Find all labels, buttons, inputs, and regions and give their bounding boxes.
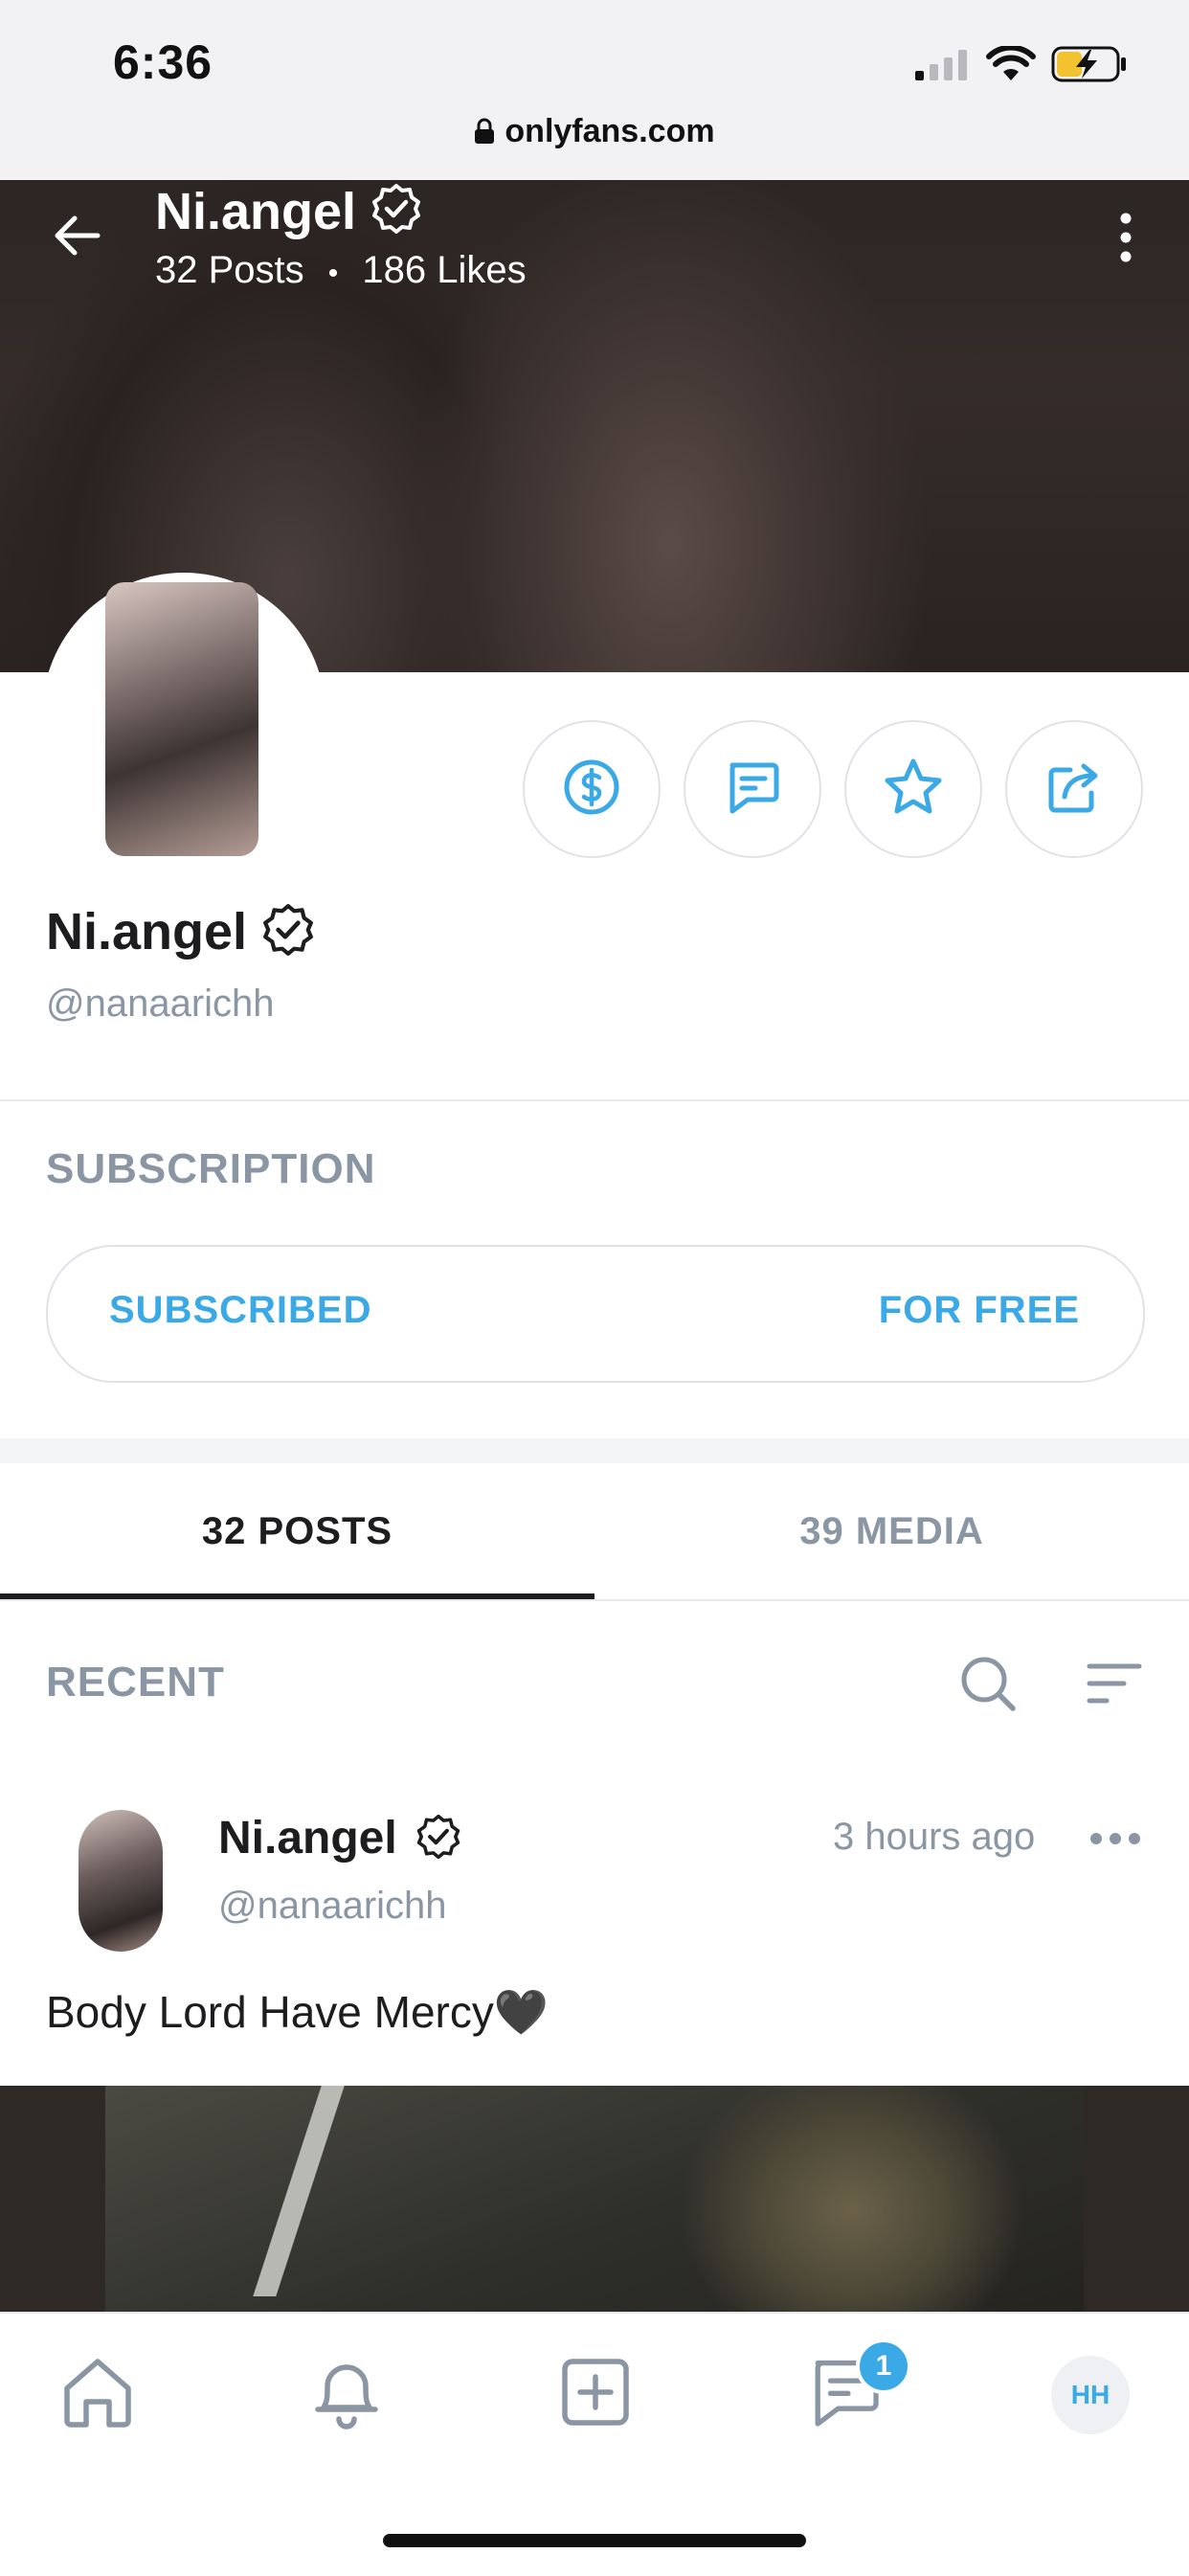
- profile-handle: @nanaarichh: [46, 983, 275, 1025]
- message-icon: [723, 757, 782, 822]
- tip-button[interactable]: [523, 720, 661, 858]
- verified-badge-icon: [415, 1814, 461, 1871]
- profile-name: Ni.angel: [46, 902, 315, 969]
- tab-posts-label: 32 POSTS: [201, 1509, 393, 1552]
- subscription-title: SUBSCRIPTION: [46, 1145, 376, 1192]
- bell-icon: [306, 2352, 387, 2437]
- profile-name-text: Ni.angel: [46, 903, 248, 960]
- header-likes-count: 186 Likes: [362, 249, 527, 291]
- header-title: Ni.angel: [155, 182, 422, 247]
- header-stats: 32 Posts • 186 Likes: [155, 249, 527, 292]
- url-bar[interactable]: onlyfans.com: [0, 113, 1189, 153]
- more-options-icon[interactable]: [1112, 211, 1139, 269]
- tab-media[interactable]: 39 MEDIA: [594, 1463, 1189, 1599]
- tab-media-label: 39 MEDIA: [799, 1509, 984, 1552]
- header-separator: •: [327, 258, 339, 289]
- message-button[interactable]: [684, 720, 821, 858]
- back-arrow-icon[interactable]: [50, 209, 103, 267]
- dollar-circle-icon: [561, 757, 622, 823]
- star-icon: [882, 756, 945, 824]
- divider: [0, 1099, 1189, 1101]
- user-avatar-initials[interactable]: HH: [1051, 2356, 1130, 2434]
- nav-notifications[interactable]: [301, 2348, 393, 2440]
- verified-badge-icon: [261, 903, 315, 969]
- header-posts-count: 32 Posts: [155, 249, 304, 291]
- cellular-signal-icon: [915, 50, 969, 85]
- messages-badge: 1: [856, 2339, 911, 2394]
- avatar-photo: [105, 582, 258, 856]
- post-timestamp: 3 hours ago: [833, 1816, 1036, 1858]
- divider: [0, 1599, 1189, 1601]
- tab-posts[interactable]: 32 POSTS: [0, 1463, 594, 1599]
- header-name: Ni.angel: [155, 183, 357, 240]
- subscription-status: SUBSCRIBED: [109, 1289, 372, 1331]
- subscription-price: FOR FREE: [878, 1289, 1080, 1331]
- feed-section-title: RECENT: [46, 1659, 225, 1706]
- favorite-button[interactable]: [844, 720, 982, 858]
- nav-new-post[interactable]: [550, 2348, 641, 2440]
- sort-icon[interactable]: [1086, 1661, 1143, 1713]
- section-gap: [0, 1438, 1189, 1463]
- status-time: 6:36: [113, 35, 213, 89]
- post-author[interactable]: Ni.angel: [218, 1812, 461, 1871]
- verified-badge-icon: [370, 183, 422, 247]
- nav-home[interactable]: [52, 2348, 144, 2440]
- home-icon: [57, 2352, 138, 2437]
- share-icon: [1043, 757, 1105, 823]
- url-text: onlyfans.com: [505, 113, 715, 149]
- home-indicator: [383, 2534, 806, 2547]
- post-handle: @nanaarichh: [218, 1885, 447, 1927]
- post-media-image: [105, 2086, 1084, 2317]
- add-post-icon: [557, 2354, 634, 2435]
- wifi-icon: [986, 44, 1036, 87]
- lock-icon: [474, 116, 495, 153]
- post-avatar[interactable]: [79, 1810, 163, 1952]
- post-author-name: Ni.angel: [218, 1813, 397, 1864]
- share-button[interactable]: [1005, 720, 1143, 858]
- post-more-icon[interactable]: [1089, 1831, 1141, 1851]
- battery-charging-icon: [1051, 46, 1128, 87]
- post-text: Body Lord Have Mercy🖤: [46, 1987, 550, 2037]
- search-icon[interactable]: [957, 1653, 1019, 1719]
